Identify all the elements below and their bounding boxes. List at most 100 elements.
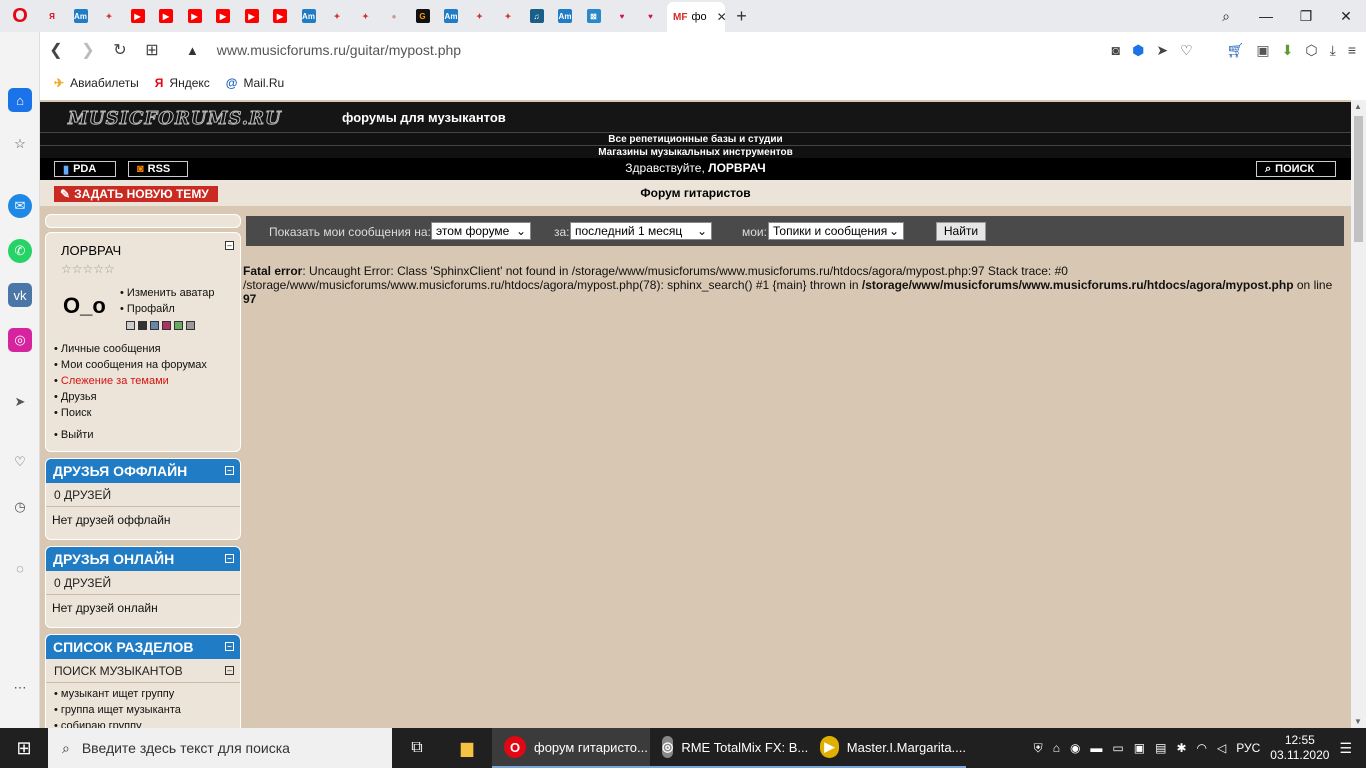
section-item[interactable]: • собираю группу bbox=[54, 718, 232, 728]
russia-flag-icon[interactable]: ▤ bbox=[1155, 741, 1166, 755]
tab[interactable]: G(1 bbox=[411, 4, 435, 28]
taskbar-app[interactable]: ◎ RME TotalMix FX: B... bbox=[650, 728, 808, 768]
user-menu-item[interactable]: • Мои сообщения на форумах bbox=[54, 357, 207, 373]
tab[interactable]: ЯІос bbox=[40, 4, 64, 28]
menu-icon[interactable]: ≡ bbox=[1348, 42, 1356, 58]
bookmark-item[interactable]: @ Mail.Ru bbox=[226, 76, 284, 90]
collapse-icon[interactable]: – bbox=[225, 642, 234, 651]
minimize-icon[interactable]: — bbox=[1246, 0, 1286, 32]
send-icon[interactable]: ➤ bbox=[1156, 42, 1168, 59]
scope-select[interactable]: этом форуме ⌄ bbox=[431, 222, 531, 240]
star-icon[interactable]: ☆ bbox=[8, 132, 32, 156]
flag-icon[interactable]: ▬ bbox=[1090, 741, 1102, 755]
tab[interactable]: ✦Lo bbox=[97, 4, 121, 28]
volume-icon[interactable]: ◁ bbox=[1217, 741, 1226, 755]
tab[interactable]: ♥rai bbox=[639, 4, 663, 28]
section-item[interactable]: • музыкант ищет группу bbox=[54, 686, 232, 702]
scroll-down-icon[interactable]: ▼ bbox=[1354, 717, 1362, 726]
friends-online-header[interactable]: ДРУЗЬЯ ОНЛАЙН – bbox=[46, 547, 240, 571]
user-menu-item[interactable]: • Друзья bbox=[54, 389, 207, 405]
profile-link[interactable]: • Профайл bbox=[120, 301, 175, 317]
music-stores-link[interactable]: Магазины музыкальных инструментов bbox=[40, 145, 1351, 158]
tab[interactable]: AmRe bbox=[69, 4, 93, 28]
task-view-icon[interactable]: ⧉ bbox=[392, 739, 442, 757]
user-menu-item[interactable]: • Слежение за темами bbox=[54, 373, 207, 389]
notifications-icon[interactable]: ☰ bbox=[1339, 740, 1352, 757]
lightbulb-icon[interactable]: ◌ bbox=[8, 556, 32, 580]
tab[interactable]: ▶RE bbox=[154, 4, 178, 28]
site-logo[interactable]: MUSICFORUMS.RU bbox=[68, 108, 282, 130]
wifi-icon[interactable]: ◠ bbox=[1197, 741, 1207, 755]
url-field[interactable]: www.musicforums.ru/guitar/mypost.php bbox=[217, 42, 461, 58]
messenger-icon[interactable]: ✉ bbox=[8, 194, 32, 218]
tab[interactable]: ▶Ch bbox=[240, 4, 264, 28]
taskbar-app[interactable]: Oфорум гитаристо... bbox=[492, 728, 650, 768]
theme-swatch[interactable] bbox=[150, 321, 159, 330]
tab[interactable]: ✦Jo bbox=[354, 4, 378, 28]
tab[interactable]: ✦Or bbox=[496, 4, 520, 28]
section-item[interactable]: • группа ищет музыканта bbox=[54, 702, 232, 718]
taskbar-search[interactable]: ⌕ Введите здесь текст для поиска bbox=[48, 728, 392, 768]
theme-swatch[interactable] bbox=[174, 321, 183, 330]
bookmark-item[interactable]: Я Яндекс bbox=[155, 76, 210, 90]
tab[interactable]: AmЛе bbox=[553, 4, 577, 28]
friends-offline-header[interactable]: ДРУЗЬЯ ОФФЛАЙН – bbox=[46, 459, 240, 483]
tab[interactable]: ▶Th bbox=[211, 4, 235, 28]
new-tab-button[interactable]: + bbox=[730, 6, 754, 27]
tab[interactable]: ●Де bbox=[382, 4, 406, 28]
theme-swatch[interactable] bbox=[138, 321, 147, 330]
close-tab-icon[interactable]: ✕ bbox=[717, 10, 727, 24]
rss-button[interactable]: ◙ RSS bbox=[128, 161, 188, 177]
username[interactable]: ЛОРВРАЧ bbox=[708, 161, 766, 175]
taskbar-app[interactable]: ▶ Master.I.Margarita.... bbox=[808, 728, 966, 768]
close-window-icon[interactable]: ✕ bbox=[1326, 0, 1366, 32]
send-icon[interactable]: ➤ bbox=[8, 390, 32, 414]
rehearsal-bases-link[interactable]: Все репетиционные базы и студии bbox=[40, 132, 1351, 145]
tray-app-icon[interactable]: ◉ bbox=[1070, 741, 1080, 755]
find-button[interactable]: Найти bbox=[936, 222, 986, 241]
tab[interactable]: ▶Jo bbox=[126, 4, 150, 28]
tab[interactable]: ✦Ar bbox=[325, 4, 349, 28]
tab[interactable]: ▶Jo bbox=[183, 4, 207, 28]
user-menu-item[interactable]: • Личные сообщения bbox=[54, 341, 207, 357]
theme-swatch[interactable] bbox=[162, 321, 171, 330]
cart-icon[interactable]: 🛒︎ bbox=[1227, 42, 1245, 59]
history-icon[interactable]: ◷ bbox=[8, 495, 32, 519]
restore-icon[interactable]: ❐ bbox=[1286, 0, 1326, 32]
tab[interactable]: AmRe bbox=[439, 4, 463, 28]
camera-icon[interactable]: ◙ bbox=[1112, 42, 1120, 58]
download-arrow-icon[interactable]: ⬇ bbox=[1282, 42, 1294, 59]
tab[interactable]: ▶(2 bbox=[268, 4, 292, 28]
logout-link[interactable]: • Выйти bbox=[54, 427, 94, 443]
home-icon[interactable]: ⌂ bbox=[8, 88, 32, 112]
cube-icon[interactable]: ⬡ bbox=[1305, 42, 1317, 59]
tab[interactable]: ♫Te bbox=[525, 4, 549, 28]
vk-icon[interactable]: vk bbox=[8, 283, 32, 307]
heart-icon[interactable]: ♡ bbox=[1180, 42, 1193, 59]
speed-dial-icon[interactable]: ⊞ bbox=[136, 40, 168, 60]
scroll-thumb[interactable] bbox=[1354, 116, 1363, 242]
forward-icon[interactable]: ❯ bbox=[72, 40, 104, 60]
avatar[interactable]: O_o bbox=[63, 293, 106, 319]
monitor-icon[interactable]: ▭ bbox=[1112, 741, 1123, 755]
mine-select[interactable]: Топики и сообщения ⌄ bbox=[768, 222, 904, 240]
security-icon[interactable]: ⛨ bbox=[1034, 741, 1043, 756]
user-menu-item[interactable]: • Поиск bbox=[54, 405, 207, 421]
search-tabs-icon[interactable]: ⌕ bbox=[1206, 0, 1246, 32]
pda-button[interactable]: ▮ PDA bbox=[54, 161, 116, 177]
instagram-icon[interactable]: ◎ bbox=[8, 328, 32, 352]
more-icon[interactable]: ⋯ bbox=[8, 676, 32, 700]
reload-icon[interactable]: ↻ bbox=[104, 40, 136, 60]
collapse-icon[interactable]: – bbox=[225, 241, 234, 250]
sections-group[interactable]: ПОИСК МУЗЫКАНТОВ – bbox=[46, 659, 240, 683]
user-name[interactable]: ЛОРВРАЧ bbox=[61, 243, 121, 258]
bluetooth-icon[interactable]: ✱ bbox=[1176, 741, 1186, 755]
collapse-icon[interactable]: – bbox=[225, 466, 234, 475]
tab[interactable]: ♥Mi bbox=[610, 4, 634, 28]
change-avatar-link[interactable]: • Изменить аватар bbox=[120, 285, 214, 301]
back-icon[interactable]: ❮ bbox=[40, 40, 72, 60]
insecure-warning-icon[interactable]: ▲ bbox=[186, 43, 199, 58]
tab-active[interactable]: MF фо ✕ bbox=[667, 2, 727, 32]
search-button[interactable]: ⌕ ПОИСК bbox=[1256, 161, 1336, 177]
windows-start-icon[interactable]: ⊞ bbox=[0, 738, 48, 759]
